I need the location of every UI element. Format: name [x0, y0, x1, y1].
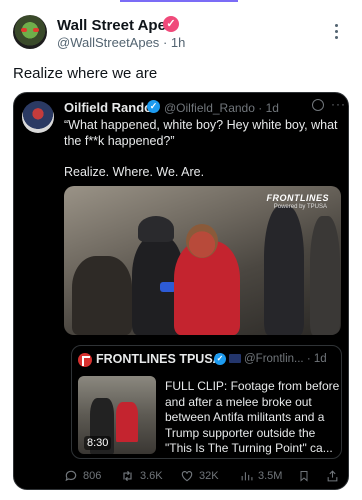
affiliation-badge-icon [229, 354, 241, 363]
action-bar: 806 3.6K 32K 3.5M [14, 469, 348, 487]
video-watermark: FRONTLINES [266, 193, 329, 203]
author-handle: @WallStreetApes [57, 35, 160, 50]
nested-author-handle: @Frontlin... [244, 353, 304, 365]
thumb-figure [116, 402, 138, 442]
like-button[interactable]: 32K [180, 469, 219, 483]
repost-count: 3.6K [140, 470, 163, 482]
like-icon [181, 471, 193, 482]
post-time: 1h [170, 35, 186, 50]
top-progress-bar [120, 0, 238, 2]
nested-handle-time: @Frontlin... · 1d [244, 353, 340, 365]
author-name[interactable]: Wall Street Apes [57, 17, 174, 34]
separator-dot: · [162, 35, 171, 50]
share-icon [327, 470, 338, 482]
bookmark-icon [300, 471, 308, 482]
author-avatar[interactable] [13, 15, 47, 49]
avatar-eye-right [33, 28, 39, 32]
quote-verified-badge-icon: ✓ [147, 100, 160, 113]
nested-author-name[interactable]: FRONTLINES TPUSA [96, 352, 222, 366]
views-icon [241, 472, 253, 481]
video-watermark-sub: Powered by TPUSA [273, 204, 327, 210]
views-button[interactable]: 3.5M [240, 469, 282, 483]
bookmark-button[interactable] [298, 469, 315, 483]
quote-time: 1d [265, 101, 279, 115]
quoted-post-card[interactable]: Oilfield Rando ✓ @Oilfield_Rando · 1d ··… [13, 92, 349, 490]
quote-author-handle: @Oilfield_Rando [164, 101, 255, 115]
nested-author-avatar[interactable] [78, 353, 92, 367]
quote-author-name[interactable]: Oilfield Rando [64, 100, 152, 115]
nested-verified-badge-icon: ✓ [214, 353, 226, 365]
separator-dot: · [306, 353, 314, 365]
repost-icon [123, 470, 132, 482]
post-text: Realize where we are [13, 65, 158, 82]
more-vertical-icon[interactable] [334, 24, 340, 42]
video-figure [264, 206, 304, 335]
grok-icon[interactable] [312, 99, 324, 111]
video-head [186, 224, 218, 258]
more-horizontal-icon[interactable]: ··· [331, 97, 346, 111]
reply-count: 806 [83, 470, 102, 482]
author-handle-time[interactable]: @WallStreetApes · 1h [57, 35, 185, 50]
nested-video-thumbnail[interactable]: 8:30 [78, 376, 156, 454]
video-figure [310, 216, 340, 335]
quote-text-line2: Realize. Where. We. Are. [64, 165, 205, 179]
nested-text: FULL CLIP: Footage from before and after… [165, 379, 340, 455]
views-count: 3.5M [258, 470, 283, 482]
like-count: 32K [199, 470, 219, 482]
repost-button[interactable]: 3.6K [120, 469, 163, 483]
reply-button[interactable]: 806 [64, 469, 101, 483]
quote-handle-time: @Oilfield_Rando · 1d [164, 101, 279, 115]
video-figure [72, 256, 132, 335]
share-button[interactable] [326, 469, 344, 483]
quote-author-avatar[interactable] [22, 101, 54, 133]
verified-badge-icon: ✓ [163, 16, 179, 32]
video-duration: 8:30 [84, 436, 112, 450]
video-helmet [138, 216, 174, 242]
nested-quoted-post[interactable]: FRONTLINES TPUSA ✓ @Frontlin... · 1d 8:3… [71, 345, 342, 459]
nested-time: 1d [313, 353, 327, 365]
reply-icon [65, 470, 77, 482]
separator-dot: · [258, 101, 266, 115]
quote-text-line1: “What happened, white boy? Hey white boy… [64, 118, 338, 148]
video-player[interactable]: FRONTLINES Powered by TPUSA [64, 186, 341, 335]
avatar-eye-left [21, 28, 27, 32]
